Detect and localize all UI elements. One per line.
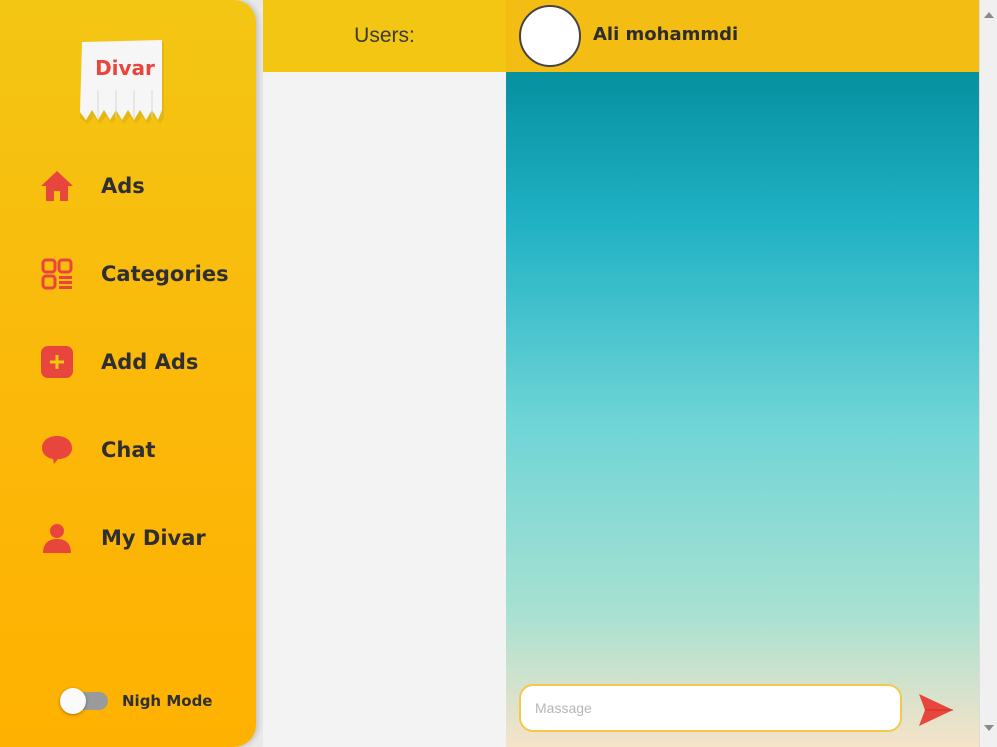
sidebar: Divar Ads Categories Add Ads Chat My Div…	[0, 0, 256, 747]
user-icon	[38, 519, 76, 557]
message-input[interactable]	[519, 684, 902, 732]
home-icon	[38, 167, 76, 205]
send-icon	[916, 694, 956, 734]
chat-bubble-icon	[38, 431, 76, 469]
avatar[interactable]	[519, 5, 581, 67]
night-mode-toggle-row: Nigh Mode	[60, 688, 213, 714]
chat-contact-name: Ali mohammdi	[593, 24, 739, 45]
users-list[interactable]	[263, 72, 506, 747]
send-button[interactable]	[916, 690, 956, 730]
divar-logo: Divar	[76, 40, 172, 126]
night-mode-toggle[interactable]	[60, 688, 108, 714]
chat-header: Ali mohammdi	[506, 0, 979, 72]
sidebar-item-label: Categories	[101, 262, 229, 286]
sidebar-item-label: Add Ads	[101, 350, 199, 374]
logo-text: Divar	[95, 56, 155, 80]
scroll-down-icon[interactable]	[984, 716, 994, 735]
toggle-knob	[60, 688, 86, 714]
sidebar-item-categories[interactable]: Categories	[38, 252, 248, 296]
scrollbar[interactable]	[979, 0, 997, 747]
scroll-up-icon[interactable]	[984, 3, 994, 22]
sidebar-item-add-ads[interactable]: Add Ads	[38, 340, 248, 384]
sidebar-item-label: My Divar	[101, 526, 206, 550]
users-title: Users:	[354, 24, 415, 47]
chat-area	[506, 72, 979, 747]
sidebar-item-label: Ads	[101, 174, 145, 198]
plus-square-icon	[38, 343, 76, 381]
users-header: Users:	[263, 0, 506, 72]
sidebar-item-label: Chat	[101, 438, 156, 462]
night-mode-label: Nigh Mode	[122, 692, 213, 710]
sidebar-item-ads[interactable]: Ads	[38, 164, 248, 208]
sidebar-item-my-divar[interactable]: My Divar	[38, 516, 248, 560]
grid-list-icon	[38, 255, 76, 293]
sidebar-item-chat[interactable]: Chat	[38, 428, 248, 472]
